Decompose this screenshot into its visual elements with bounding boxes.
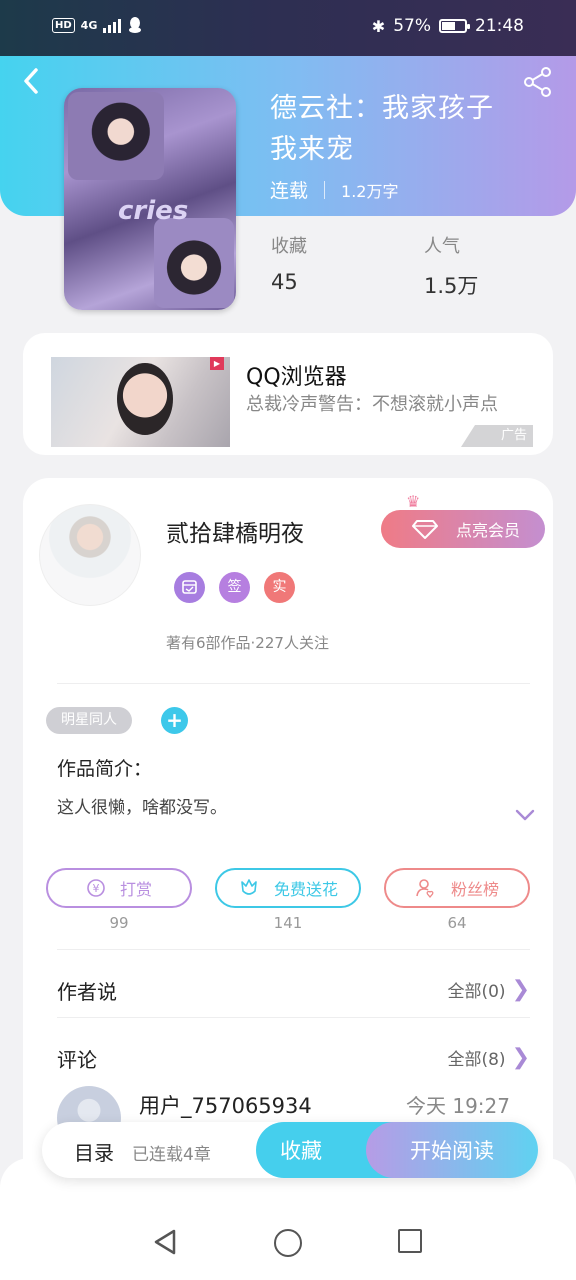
cover-text: cries [118,196,189,226]
battery-icon [439,19,470,33]
back-arrow-icon [24,68,38,94]
chevron-right-icon: ❯ [511,977,530,1002]
back-button[interactable] [18,66,52,100]
popularity-stat: 人气 1.5万 [424,232,478,300]
book-cover[interactable]: cries [64,88,236,310]
author-says-all-label: 全部(0) [447,982,506,1002]
chevron-right-icon: ❯ [511,1045,530,1070]
fan-count: 64 [447,914,467,932]
book-meta: 连载 1.2万字 [270,176,398,203]
ad-card[interactable]: ▶ QQ浏览器 总裁冷声警告：不想滚就小声点 广告 [23,333,553,455]
verified-badge: 实 [264,572,295,603]
vip-button-label: 点亮会员 [455,521,520,540]
favorite-button-label: 收藏 [280,1139,322,1163]
author-badges: 签 实 [174,572,295,603]
popularity-value: 1.5万 [424,274,479,298]
divider [57,683,530,684]
send-flower-button[interactable]: 免费送花 [215,868,361,908]
reward-label: 打赏 [119,880,152,899]
hd-icon: HD [52,17,75,33]
ad-badge-label: 广告 [500,428,527,443]
ad-title: QQ浏览器 [246,365,347,390]
crown-icon: ♛ [406,492,421,511]
divider [57,949,530,950]
calendar-badge [174,572,205,603]
genre-tag[interactable]: 明星同人 [46,707,132,734]
qq-icon [129,17,142,33]
nav-home-icon[interactable] [274,1229,302,1257]
comment-username[interactable]: 用户_757065934 [139,1090,312,1120]
bluetooth-icon: ✱ [371,16,386,36]
book-title: 德云社：我家孩子我来宠 [270,93,494,165]
ad-badge: 广告 [461,425,533,447]
word-count: 1.2万字 [341,181,399,201]
calendar-icon [182,580,197,594]
author-avatar[interactable] [39,504,141,606]
author-works: 著有6部作品·227人关注 [166,634,329,652]
battery-percent: 57% [393,16,431,36]
signal-icon [103,17,122,33]
comments-all-link[interactable]: 全部(8) ❯ [447,1045,530,1070]
svg-text:¥: ¥ [92,882,99,895]
fan-icon [416,879,434,899]
flower-count: 141 [273,914,303,932]
expand-button[interactable] [514,804,536,826]
reward-button[interactable]: ¥ 打赏 [46,868,192,908]
serial-status: 连载 [270,180,309,202]
ad-image-tag: ▶ [209,357,224,370]
status-left: HD 4G [52,16,143,34]
comments-title: 评论 [57,1048,97,1072]
battery-fill [442,22,455,30]
send-flower-label: 免费送花 [273,880,338,899]
favorites-stat: 收藏 45 [271,232,307,294]
cover-art-bottom [154,218,234,308]
add-tag-button[interactable]: + [161,707,188,734]
share-icon [524,67,551,97]
author-name[interactable]: 贰拾肆橋明夜 [166,514,304,548]
favorites-value: 45 [271,270,298,294]
catalog-button[interactable]: 目录 [74,1137,114,1166]
chapter-count: 已连载4章 [132,1145,211,1165]
fan-rank-label: 粉丝榜 [450,880,499,899]
yen-icon: ¥ [87,879,105,897]
status-right: ✱ 57% 21:48 [372,16,524,36]
system-nav-bar [0,1210,576,1280]
cover-art-top [68,92,164,180]
ad-image-face [117,363,173,435]
vip-button[interactable]: 点亮会员 [381,510,545,548]
diamond-icon [411,520,438,539]
signed-badge: 签 [219,572,250,603]
clock: 21:48 [475,16,524,36]
comments-all-label: 全部(8) [447,1050,506,1070]
share-button[interactable] [522,66,556,100]
flower-icon [241,879,257,895]
start-reading-button[interactable]: 开始阅读 [366,1122,538,1178]
network-type: 4G [80,18,98,32]
fan-rank-button[interactable]: 粉丝榜 [384,868,530,908]
reward-count: 99 [109,914,129,932]
ad-description: 总裁冷声警告：不想滚就小声点 [246,394,498,415]
nav-back-icon[interactable] [152,1228,178,1256]
author-says-title: 作者说 [57,980,117,1004]
status-bar: HD 4G ✱ 57% 21:48 [0,0,576,56]
intro-heading: 作品简介： [57,758,153,780]
nav-recent-icon[interactable] [398,1229,422,1253]
start-reading-label: 开始阅读 [410,1139,494,1163]
chevron-down-icon [515,809,535,821]
intro-text: 这人很懒，啥都没写。 [57,798,227,818]
meta-divider [324,180,326,199]
author-says-all-link[interactable]: 全部(0) ❯ [447,977,530,1002]
divider [57,1017,530,1018]
popularity-label: 人气 [424,236,460,257]
favorites-label: 收藏 [271,236,307,257]
comment-time: 今天 19:27 [406,1094,510,1118]
ad-image: ▶ [51,357,230,447]
